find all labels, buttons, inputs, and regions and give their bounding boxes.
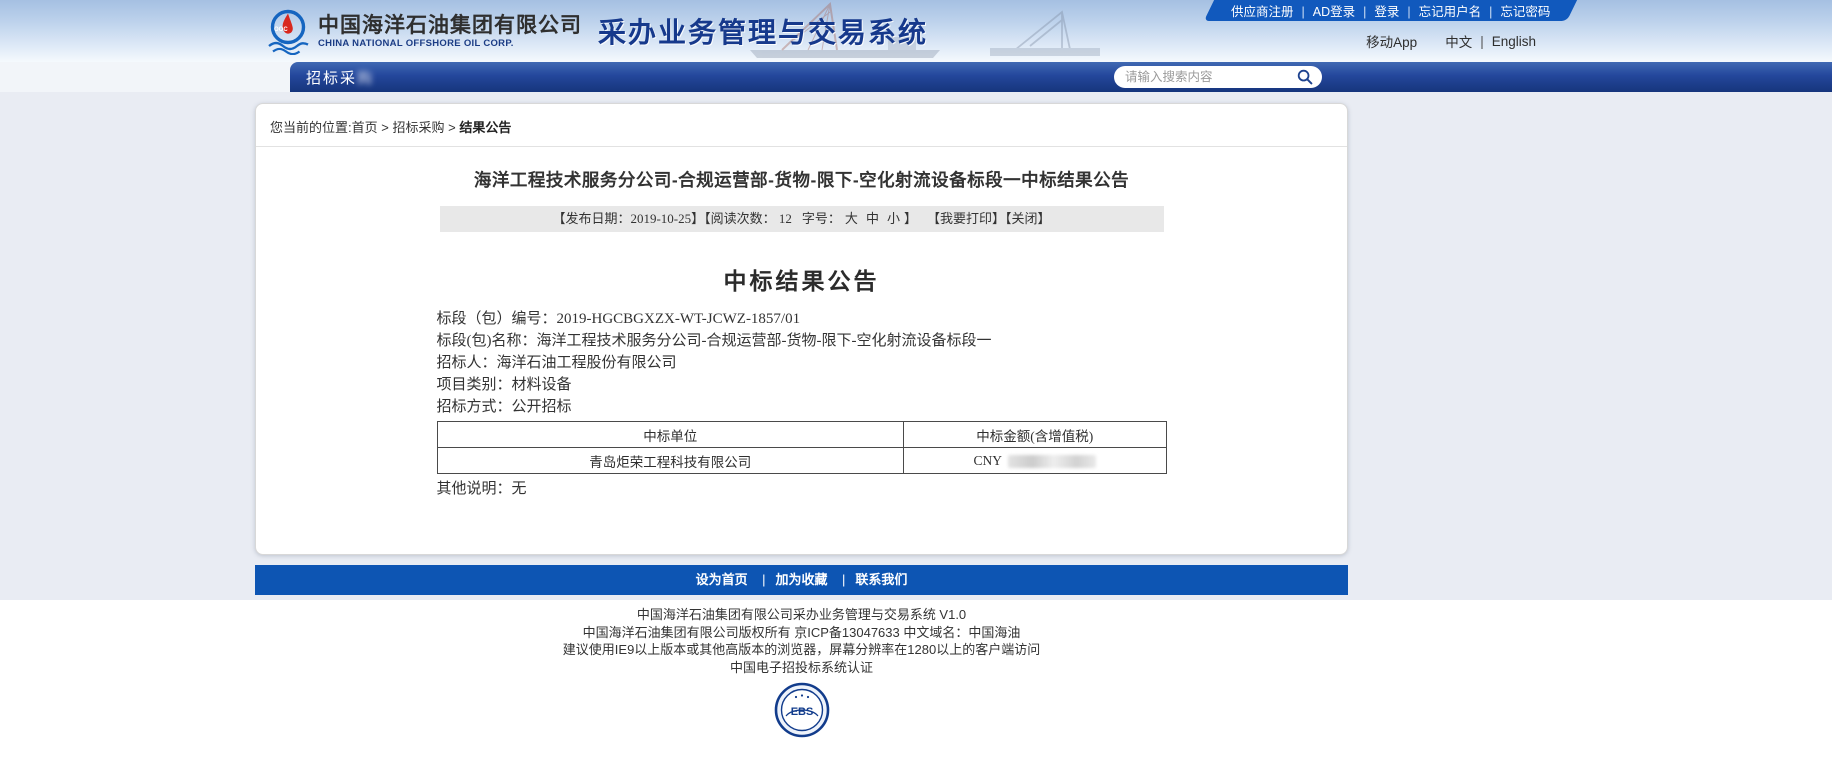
field-other-notes: 其他说明：无 [437,478,1167,500]
forgot-username-link[interactable]: 忘记用户名 [1399,1,1481,20]
print-link[interactable]: 【我要打印】 [927,211,1005,226]
footer-links-bar: 设为首页 加为收藏 联系我们 [255,565,1348,595]
field-bidding-method: 招标方式：公开招标 [437,396,1167,418]
lang-chinese-link[interactable]: 中文 [1445,31,1472,51]
footer-line-copyright: 中国海洋石油集团有限公司版权所有 京ICP备13047633 中文域名：中国海油 [255,626,1348,639]
supplier-register-link[interactable]: 供应商注册 [1231,1,1294,20]
font-size-label: 字号： [802,211,841,226]
ebs-certification-badge[interactable]: EBS [774,682,830,738]
award-table-row: 青岛炬荣工程科技有限公司 CNY [437,448,1166,474]
footer-line-browser-advice: 建议使用IE9以上版本或其他高版本的浏览器，屏幕分辨率在1280以上的客户端访问 [255,643,1348,656]
award-table: 中标单位 中标金额(含增值税) 青岛炬荣工程科技有限公司 CNY [437,421,1167,474]
site-header: 供应商注册 AD登录 登录 忘记用户名 忘记密码 移动App 中文 Englis… [0,0,1832,62]
breadcrumb-prefix: 您当前的位置: [270,120,352,135]
breadcrumb: 您当前的位置:首页招标采购结果公告 [256,104,1347,147]
field-package-name: 标段(包)名称：海洋工程技术服务分公司-合规运营部-货物-限下-空化射流设备标段… [437,330,1167,352]
logo-text-en: CHINA NATIONAL OFFSHORE OIL CORP. [318,38,582,49]
close-link[interactable]: 【关闭】 [1005,211,1051,226]
meta-bar: 【发布日期：2019-10-25】【阅读次数： 12 字号： 大中小】【我要打印】【… [440,206,1164,232]
nav-item-bidding-procurement[interactable]: 招标采购 [306,67,374,88]
content-band: 您当前的位置:首页招标采购结果公告 海洋工程技术服务分公司-合规运营部-货物-限… [0,92,1832,600]
nav-row: 招标采购 [0,62,1832,92]
nav-item-label-blurred: 购 [357,70,374,87]
mobile-app-link[interactable]: 移动App [1366,31,1417,51]
col-header-amount: 中标金额(含增值税) [904,422,1166,448]
col-header-winner: 中标单位 [437,422,904,448]
field-project-category: 项目类别：材料设备 [437,374,1167,396]
language-row: 移动App 中文 English [1366,31,1536,51]
system-title: 采办业务管理与交易系统 [598,11,928,51]
bracket-close: 】 [904,211,917,226]
field-package-number: 标段（包）编号：2019-HGCBGXZX-WT-JCWZ-1857/01 [437,308,1167,330]
footer-line-certification: 中国电子招投标系统认证 [255,661,1348,674]
font-size-large-link[interactable]: 大 [845,211,858,226]
font-size-small-link[interactable]: 小 [887,211,900,226]
search-input[interactable] [1123,69,1297,85]
redacted-amount-blur [1008,455,1096,468]
login-link[interactable]: 登录 [1355,1,1399,20]
nav-item-label: 招标采 [306,70,357,87]
account-links-ribbon: 供应商注册 AD登录 登录 忘记用户名 忘记密码 [1203,0,1577,21]
site-footer: 中国海洋石油集团有限公司采办业务管理与交易系统 V1.0 中国海洋石油集团有限公… [0,600,1832,743]
content-card: 您当前的位置:首页招标采购结果公告 海洋工程技术服务分公司-合规运营部-货物-限… [255,103,1348,555]
add-favorite-link[interactable]: 加为收藏 [752,572,827,587]
read-count: 【阅读次数： 12 [704,211,792,226]
logo-ring-text: OOC [274,27,288,33]
main-nav: 招标采购 [290,62,1832,92]
brand-block: OOC 中国海洋石油集团有限公司 CHINA NATIONAL OFFSHORE… [265,7,928,55]
lang-english-link[interactable]: English [1472,34,1536,49]
doc-title: 中标结果公告 [437,262,1167,296]
search-icon[interactable] [1297,69,1313,85]
ad-login-link[interactable]: AD登录 [1293,1,1355,20]
publish-date: 【发布日期：2019-10-25】 [552,211,704,226]
cnooc-logo-icon: OOC [265,7,311,55]
announcement-body: 中标结果公告 标段（包）编号：2019-HGCBGXZX-WT-JCWZ-185… [437,262,1167,500]
footer-line-system: 中国海洋石油集团有限公司采办业务管理与交易系统 V1.0 [255,608,1348,621]
award-table-header-row: 中标单位 中标金额(含增值税) [437,422,1166,448]
ebs-badge-text: EBS [790,706,813,718]
breadcrumb-section-link[interactable]: 招标采购 [378,120,445,135]
forgot-password-link[interactable]: 忘记密码 [1481,1,1550,20]
field-tenderer: 招标人：海洋石油工程股份有限公司 [437,352,1167,374]
breadcrumb-current: 结果公告 [444,120,511,135]
search-box[interactable] [1114,66,1322,88]
announcement-page-title: 海洋工程技术服务分公司-合规运营部-货物-限下-空化射流设备标段一中标结果公告 [256,167,1347,192]
set-homepage-link[interactable]: 设为首页 [696,572,748,587]
award-amount: CNY [904,448,1166,474]
logo-text-cn: 中国海洋石油集团有限公司 [318,14,582,38]
font-size-medium-link[interactable]: 中 [866,211,879,226]
winner-name: 青岛炬荣工程科技有限公司 [437,448,904,474]
contact-us-link[interactable]: 联系我们 [832,572,907,587]
breadcrumb-home-link[interactable]: 首页 [352,120,378,135]
